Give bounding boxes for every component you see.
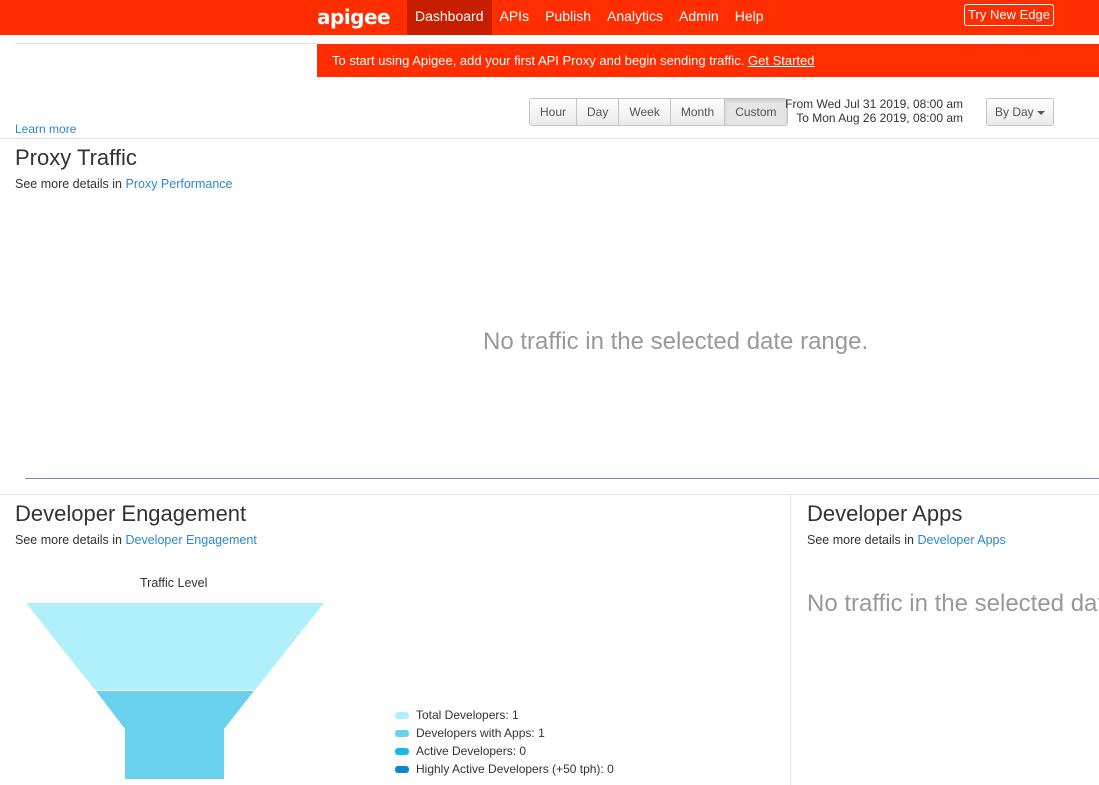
apigee-logo[interactable]: apigee [317, 5, 391, 29]
developer-funnel-chart [26, 603, 324, 779]
divider [0, 138, 1099, 139]
divider [0, 494, 1099, 495]
legend-swatch [395, 729, 409, 737]
range-week-button[interactable]: Week [619, 99, 671, 125]
nav-help[interactable]: Help [727, 0, 772, 35]
nav-analytics[interactable]: Analytics [599, 0, 671, 35]
legend-item: Total Developers: 1 [395, 706, 614, 724]
top-nav-bar: apigee Dashboard APIs Publish Analytics … [0, 0, 1099, 35]
proxy-traffic-details: See more details in Proxy Performance [15, 177, 232, 191]
caret-down-icon [1036, 110, 1045, 115]
details-prefix: See more details in [15, 533, 123, 547]
developer-engagement-details: See more details in Developer Engagement [15, 533, 257, 547]
proxy-performance-link[interactable]: Proxy Performance [126, 177, 233, 191]
date-range-display[interactable]: From Wed Jul 31 2019, 08:00 am To Mon Au… [783, 97, 963, 125]
developer-engagement-link[interactable]: Developer Engagement [126, 533, 257, 547]
learn-more-link[interactable]: Learn more [15, 122, 76, 136]
developer-apps-title: Developer Apps [807, 501, 963, 526]
chart-axis-line [25, 478, 1099, 479]
legend-label: Total Developers: 1 [416, 708, 519, 722]
legend-label: Highly Active Developers (+50 tph): 0 [416, 762, 614, 776]
developer-apps-details: See more details in Developer Apps [807, 533, 1006, 547]
time-range-selector: Hour Day Week Month Custom [529, 98, 788, 126]
nav-admin[interactable]: Admin [671, 0, 727, 35]
legend-label: Developers with Apps: 1 [416, 726, 545, 740]
legend-swatch [395, 765, 409, 773]
funnel-title: Traffic Level [140, 576, 208, 590]
range-hour-button[interactable]: Hour [530, 99, 578, 125]
legend-swatch [395, 747, 409, 755]
get-started-link[interactable]: Get Started [748, 53, 814, 68]
proxy-traffic-empty-message: No traffic in the selected date range. [483, 328, 869, 355]
interval-dropdown[interactable]: By Day [986, 98, 1054, 126]
range-day-button[interactable]: Day [577, 99, 620, 125]
divider [15, 43, 317, 44]
try-new-edge-button[interactable]: Try New Edge [964, 4, 1054, 26]
funnel-total-developers [26, 603, 324, 690]
legend-item: Developers with Apps: 1 [395, 724, 614, 742]
nav-dashboard[interactable]: Dashboard [407, 0, 492, 35]
range-custom-button[interactable]: Custom [725, 99, 787, 125]
main-nav: Dashboard APIs Publish Analytics Admin H… [407, 0, 772, 35]
interval-label: By Day [995, 105, 1034, 119]
date-range-from: From Wed Jul 31 2019, 08:00 am [785, 97, 963, 111]
details-prefix: See more details in [15, 177, 123, 191]
banner-text: To start using Apigee, add your first AP… [332, 53, 745, 68]
legend-swatch [395, 711, 409, 719]
developer-apps-link[interactable]: Developer Apps [918, 533, 1006, 547]
proxy-traffic-title: Proxy Traffic [15, 145, 137, 170]
legend-label: Active Developers: 0 [416, 744, 527, 758]
funnel-legend: Total Developers: 1 Developers with Apps… [395, 706, 614, 778]
column-divider [790, 495, 791, 785]
get-started-banner: To start using Apigee, add your first AP… [317, 44, 1099, 77]
developer-apps-empty-message: No traffic in the selected date range. [807, 590, 1099, 617]
nav-apis[interactable]: APIs [492, 0, 538, 35]
legend-item: Highly Active Developers (+50 tph): 0 [395, 760, 614, 778]
funnel-developers-with-apps [96, 691, 254, 779]
details-prefix: See more details in [807, 533, 915, 547]
developer-engagement-title: Developer Engagement [15, 501, 247, 526]
legend-item: Active Developers: 0 [395, 742, 614, 760]
range-month-button[interactable]: Month [670, 99, 726, 125]
date-range-to: To Mon Aug 26 2019, 08:00 am [796, 111, 963, 125]
nav-publish[interactable]: Publish [537, 0, 599, 35]
